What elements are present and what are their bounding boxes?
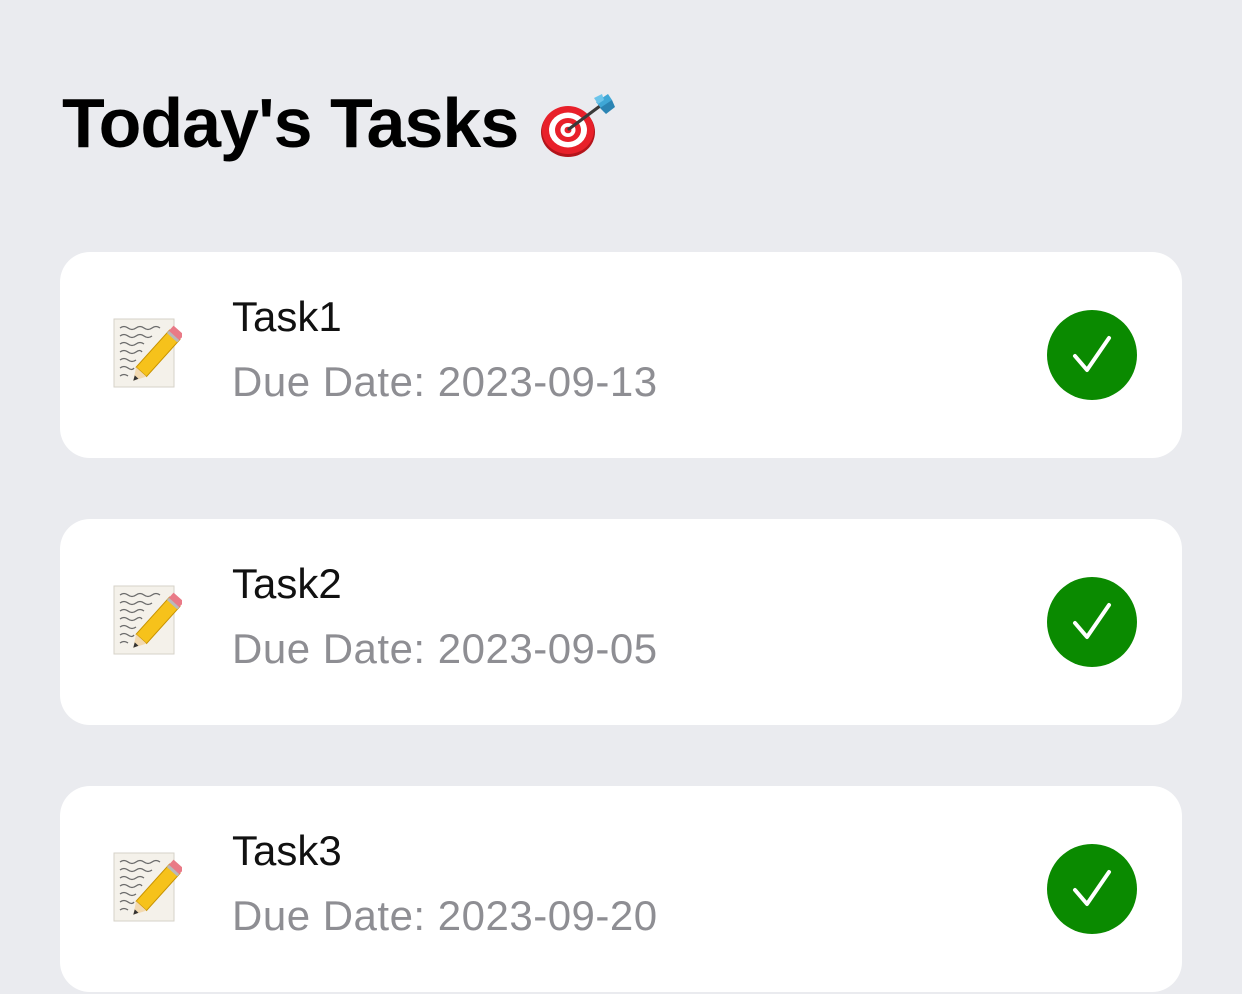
header: Today's Tasks	[62, 78, 616, 168]
task-due-date: Due Date: 2023-09-05	[232, 625, 658, 672]
task-card[interactable]: Task3 Due Date: 2023-09-20	[60, 786, 1182, 992]
memo-icon	[112, 316, 184, 392]
complete-button[interactable]	[1047, 844, 1137, 934]
task-name: Task2	[232, 560, 342, 607]
task-list: Task1 Due Date: 2023-09-13 Task2 Due Dat…	[60, 252, 1182, 992]
task-name: Task3	[232, 827, 342, 874]
complete-button[interactable]	[1047, 310, 1137, 400]
task-card[interactable]: Task1 Due Date: 2023-09-13	[60, 252, 1182, 458]
page-title: Today's Tasks	[62, 84, 519, 162]
checkmark-icon	[1073, 603, 1111, 639]
task-text: Task2 Due Date: 2023-09-05	[232, 563, 658, 670]
task-card[interactable]: Task2 Due Date: 2023-09-05	[60, 519, 1182, 725]
checkmark-icon	[1073, 336, 1111, 372]
memo-icon	[112, 850, 184, 926]
task-text: Task1 Due Date: 2023-09-13	[232, 296, 658, 403]
checkmark-icon	[1073, 870, 1111, 906]
task-due-date: Due Date: 2023-09-20	[232, 892, 658, 939]
memo-icon	[112, 583, 184, 659]
task-due-date: Due Date: 2023-09-13	[232, 358, 658, 405]
direct-hit-icon	[538, 92, 616, 162]
task-screen: Today's Tasks Task1 Due Date: 2023-09-13…	[0, 0, 1242, 994]
task-name: Task1	[232, 293, 342, 340]
complete-button[interactable]	[1047, 577, 1137, 667]
task-text: Task3 Due Date: 2023-09-20	[232, 830, 658, 937]
